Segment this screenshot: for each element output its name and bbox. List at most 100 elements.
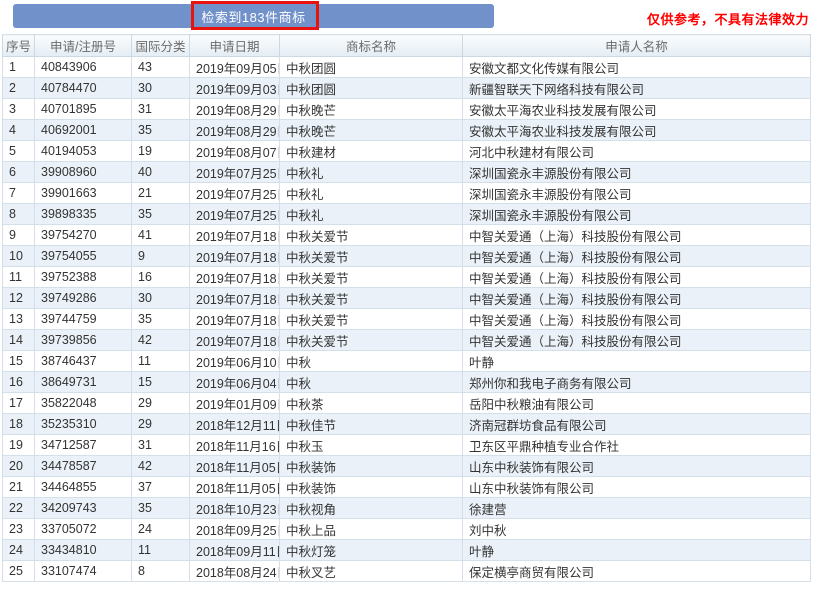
cell-mark-name[interactable]: 中秋佳节 bbox=[280, 414, 463, 435]
cell-index: 9 bbox=[3, 225, 35, 246]
cell-app-number[interactable]: 33107474 bbox=[35, 561, 132, 582]
cell-date: 2019年08月29日 bbox=[190, 99, 280, 120]
cell-app-number[interactable]: 35235310 bbox=[35, 414, 132, 435]
cell-mark-name[interactable]: 中秋茶 bbox=[280, 393, 463, 414]
cell-mark-name[interactable]: 中秋灯笼 bbox=[280, 540, 463, 561]
table-row: 839898335352019年07月25日中秋礼深圳国瓷永丰源股份有限公司 bbox=[3, 204, 811, 225]
column-header-mark-name: 商标名称 bbox=[280, 35, 463, 57]
cell-date: 2019年07月18日 bbox=[190, 309, 280, 330]
cell-index: 14 bbox=[3, 330, 35, 351]
cell-app-number[interactable]: 39754055 bbox=[35, 246, 132, 267]
cell-app-number[interactable]: 40692001 bbox=[35, 120, 132, 141]
cell-index: 2 bbox=[3, 78, 35, 99]
cell-mark-name[interactable]: 中秋礼 bbox=[280, 162, 463, 183]
cell-class: 42 bbox=[132, 330, 190, 351]
cell-date: 2018年11月05日 bbox=[190, 456, 280, 477]
table-row: 739901663212019年07月25日中秋礼深圳国瓷永丰源股份有限公司 bbox=[3, 183, 811, 204]
cell-index: 11 bbox=[3, 267, 35, 288]
cell-app-number[interactable]: 40784470 bbox=[35, 78, 132, 99]
cell-date: 2018年11月05日 bbox=[190, 477, 280, 498]
table-row: 1339744759352019年07月18日中秋关爱节中智关爱通（上海）科技股… bbox=[3, 309, 811, 330]
cell-date: 2018年12月11日 bbox=[190, 414, 280, 435]
cell-app-number[interactable]: 40701895 bbox=[35, 99, 132, 120]
cell-mark-name[interactable]: 中秋关爱节 bbox=[280, 225, 463, 246]
cell-mark-name[interactable]: 中秋上品 bbox=[280, 519, 463, 540]
cell-mark-name[interactable]: 中秋关爱节 bbox=[280, 246, 463, 267]
cell-applicant: 山东中秋装饰有限公司 bbox=[463, 477, 811, 498]
cell-app-number[interactable]: 38746437 bbox=[35, 351, 132, 372]
table-row: 1139752388162019年07月18日中秋关爱节中智关爱通（上海）科技股… bbox=[3, 267, 811, 288]
cell-mark-name[interactable]: 中秋玉 bbox=[280, 435, 463, 456]
cell-applicant: 徐建营 bbox=[463, 498, 811, 519]
cell-mark-name[interactable]: 中秋礼 bbox=[280, 183, 463, 204]
cell-mark-name[interactable]: 中秋团圆 bbox=[280, 57, 463, 78]
cell-index: 16 bbox=[3, 372, 35, 393]
cell-index: 23 bbox=[3, 519, 35, 540]
cell-mark-name[interactable]: 中秋晚芒 bbox=[280, 120, 463, 141]
cell-app-number[interactable]: 40843906 bbox=[35, 57, 132, 78]
cell-applicant: 济南冠群坊食品有限公司 bbox=[463, 414, 811, 435]
table-row: 1638649731152019年06月04日中秋郑州你和我电子商务有限公司 bbox=[3, 372, 811, 393]
cell-mark-name[interactable]: 中秋关爱节 bbox=[280, 309, 463, 330]
cell-app-number[interactable]: 39744759 bbox=[35, 309, 132, 330]
cell-mark-name[interactable]: 中秋 bbox=[280, 372, 463, 393]
cell-class: 19 bbox=[132, 141, 190, 162]
cell-mark-name[interactable]: 中秋视角 bbox=[280, 498, 463, 519]
cell-applicant: 岳阳中秋粮油有限公司 bbox=[463, 393, 811, 414]
cell-mark-name[interactable]: 中秋团圆 bbox=[280, 78, 463, 99]
cell-mark-name[interactable]: 中秋关爱节 bbox=[280, 267, 463, 288]
cell-index: 18 bbox=[3, 414, 35, 435]
cell-mark-name[interactable]: 中秋关爱节 bbox=[280, 330, 463, 351]
table-row: 440692001352019年08月29日中秋晚芒安徽太平海农业科技发展有限公… bbox=[3, 120, 811, 141]
cell-date: 2019年07月25日 bbox=[190, 204, 280, 225]
table-row: 1239749286302019年07月18日中秋关爱节中智关爱通（上海）科技股… bbox=[3, 288, 811, 309]
cell-date: 2019年08月07日 bbox=[190, 141, 280, 162]
cell-app-number[interactable]: 38649731 bbox=[35, 372, 132, 393]
cell-app-number[interactable]: 39908960 bbox=[35, 162, 132, 183]
cell-date: 2019年09月05日 bbox=[190, 57, 280, 78]
cell-applicant: 中智关爱通（上海）科技股份有限公司 bbox=[463, 288, 811, 309]
cell-app-number[interactable]: 35822048 bbox=[35, 393, 132, 414]
cell-mark-name[interactable]: 中秋装饰 bbox=[280, 456, 463, 477]
table-header: 序号 申请/注册号 国际分类 申请日期 商标名称 申请人名称 bbox=[3, 35, 811, 57]
table-row: 1735822048292019年01月09日中秋茶岳阳中秋粮油有限公司 bbox=[3, 393, 811, 414]
cell-app-number[interactable]: 34478587 bbox=[35, 456, 132, 477]
cell-app-number[interactable]: 39752388 bbox=[35, 267, 132, 288]
cell-class: 31 bbox=[132, 99, 190, 120]
cell-app-number[interactable]: 39754270 bbox=[35, 225, 132, 246]
cell-index: 13 bbox=[3, 309, 35, 330]
cell-mark-name[interactable]: 中秋礼 bbox=[280, 204, 463, 225]
cell-app-number[interactable]: 34712587 bbox=[35, 435, 132, 456]
cell-app-number[interactable]: 39898335 bbox=[35, 204, 132, 225]
cell-app-number[interactable]: 39901663 bbox=[35, 183, 132, 204]
cell-mark-name[interactable]: 中秋叉艺 bbox=[280, 561, 463, 582]
cell-mark-name[interactable]: 中秋关爱节 bbox=[280, 288, 463, 309]
cell-mark-name[interactable]: 中秋装饰 bbox=[280, 477, 463, 498]
cell-index: 12 bbox=[3, 288, 35, 309]
cell-applicant: 卫东区平鼎种植专业合作社 bbox=[463, 435, 811, 456]
cell-app-number[interactable]: 34209743 bbox=[35, 498, 132, 519]
cell-mark-name[interactable]: 中秋晚芒 bbox=[280, 99, 463, 120]
cell-index: 17 bbox=[3, 393, 35, 414]
cell-applicant: 郑州你和我电子商务有限公司 bbox=[463, 372, 811, 393]
cell-app-number[interactable]: 39749286 bbox=[35, 288, 132, 309]
cell-index: 20 bbox=[3, 456, 35, 477]
column-header-date: 申请日期 bbox=[190, 35, 280, 57]
cell-date: 2019年06月04日 bbox=[190, 372, 280, 393]
cell-class: 35 bbox=[132, 309, 190, 330]
cell-class: 37 bbox=[132, 477, 190, 498]
cell-mark-name[interactable]: 中秋建材 bbox=[280, 141, 463, 162]
cell-app-number[interactable]: 39739856 bbox=[35, 330, 132, 351]
column-header-applicant: 申请人名称 bbox=[463, 35, 811, 57]
results-table-body: 140843906432019年09月05日中秋团圆安徽文都文化传媒有限公司24… bbox=[3, 57, 811, 582]
cell-index: 8 bbox=[3, 204, 35, 225]
cell-app-number[interactable]: 34464855 bbox=[35, 477, 132, 498]
cell-app-number[interactable]: 40194053 bbox=[35, 141, 132, 162]
cell-app-number[interactable]: 33705072 bbox=[35, 519, 132, 540]
cell-applicant: 河北中秋建材有限公司 bbox=[463, 141, 811, 162]
cell-class: 35 bbox=[132, 204, 190, 225]
cell-class: 35 bbox=[132, 120, 190, 141]
cell-mark-name[interactable]: 中秋 bbox=[280, 351, 463, 372]
cell-app-number[interactable]: 33434810 bbox=[35, 540, 132, 561]
search-result-count-banner[interactable]: 检索到183件商标 bbox=[13, 4, 494, 28]
